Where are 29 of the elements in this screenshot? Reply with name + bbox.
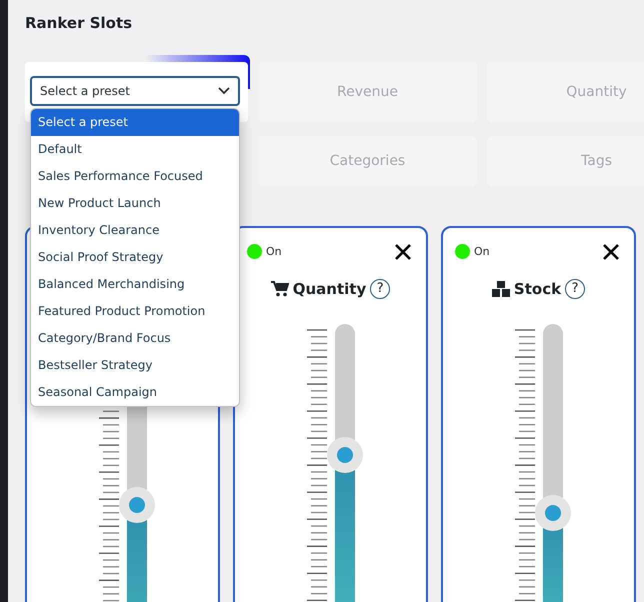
preset-option[interactable]: Seasonal Campaign [31, 379, 239, 406]
slider-thumb[interactable] [326, 437, 362, 474]
preset-option[interactable]: Social Proof Strategy [31, 244, 239, 271]
preset-option[interactable]: Select a preset [31, 109, 239, 136]
boxes-icon [492, 280, 510, 297]
preset-option[interactable]: Category/Brand Focus [31, 325, 239, 352]
slider-thumb[interactable] [118, 487, 154, 524]
close-icon[interactable] [394, 242, 412, 261]
preset-option[interactable]: Bestseller Strategy [31, 352, 239, 379]
help-icon[interactable]: ? [565, 278, 586, 299]
slot-title: Stock [514, 280, 562, 298]
close-icon[interactable] [602, 242, 620, 261]
status-label: On [474, 245, 490, 258]
preset-option[interactable]: Balanced Merchandising [31, 271, 239, 298]
slot-title: Quantity [292, 280, 366, 298]
preset-select[interactable]: Select a preset [30, 76, 240, 106]
preset-option[interactable]: Featured Product Promotion [31, 298, 239, 325]
page-title: Ranker Slots [25, 13, 134, 34]
preset-option[interactable]: Default [31, 136, 239, 163]
preset-option[interactable]: Sales Performance Focused [31, 163, 239, 190]
status-label: On [266, 245, 282, 258]
slider-thumb[interactable] [534, 494, 570, 531]
preset-option[interactable]: New Product Launch [31, 190, 239, 217]
vertical-slider[interactable] [326, 324, 362, 602]
preset-option[interactable]: Inventory Clearance [31, 217, 239, 244]
chevron-icon [218, 87, 230, 95]
vertical-slider[interactable] [534, 324, 570, 602]
help-icon[interactable]: ? [370, 278, 390, 299]
cart-icon [270, 280, 289, 297]
